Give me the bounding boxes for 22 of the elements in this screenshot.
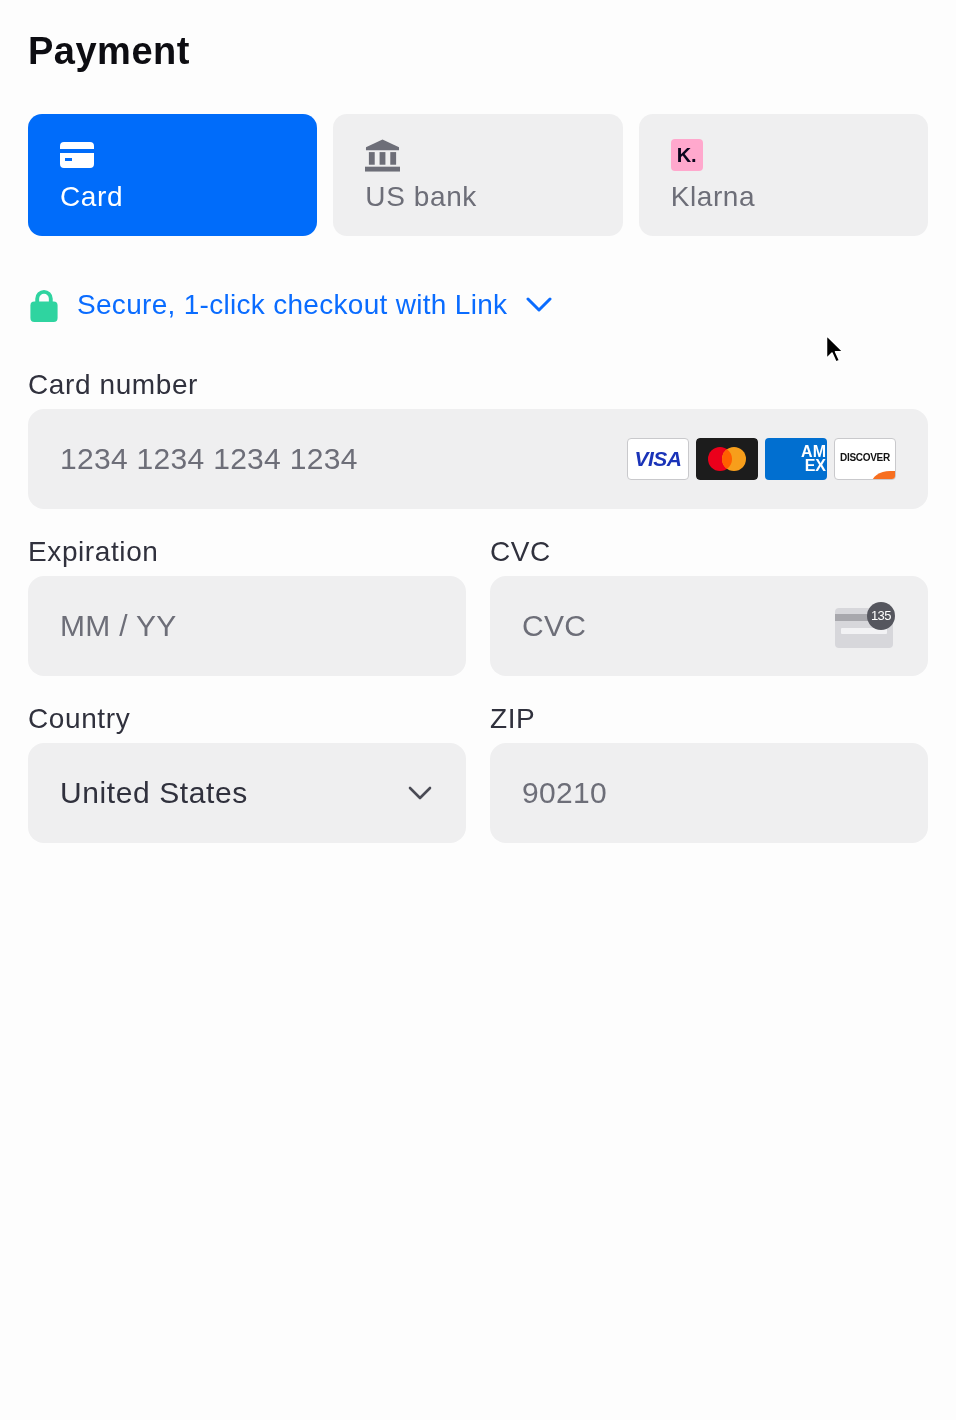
- klarna-logo: K.: [670, 139, 703, 171]
- field-label: Country: [28, 702, 131, 736]
- credit-card-icon: [60, 142, 94, 168]
- field-label: Card number: [28, 368, 198, 402]
- bank-icon: [365, 139, 401, 172]
- input-field[interactable]: 90210: [490, 743, 928, 843]
- lock-icon: [30, 288, 58, 322]
- payment-method-tab[interactable]: Card: [28, 114, 318, 236]
- field-label: CVC: [490, 535, 551, 569]
- visa-logo: VISA: [627, 438, 689, 480]
- payment-method-tab[interactable]: US bank: [333, 114, 623, 236]
- field-label: Expiration: [28, 535, 159, 569]
- country-select[interactable]: United States: [28, 743, 466, 843]
- field-label: ZIP: [490, 702, 536, 736]
- chevron-down-icon: [408, 786, 432, 800]
- page-title: Payment: [28, 29, 191, 74]
- link-checkout-button[interactable]: Secure, 1-click checkout with Link: [28, 285, 553, 325]
- amex-logo: AM EX: [765, 438, 827, 480]
- input-field[interactable]: MM / YY: [28, 576, 466, 676]
- discover-logo: DISCOVER: [834, 438, 896, 480]
- payment-method-tab[interactable]: K. Klarna: [638, 114, 928, 236]
- mastercard-icon: [696, 438, 758, 480]
